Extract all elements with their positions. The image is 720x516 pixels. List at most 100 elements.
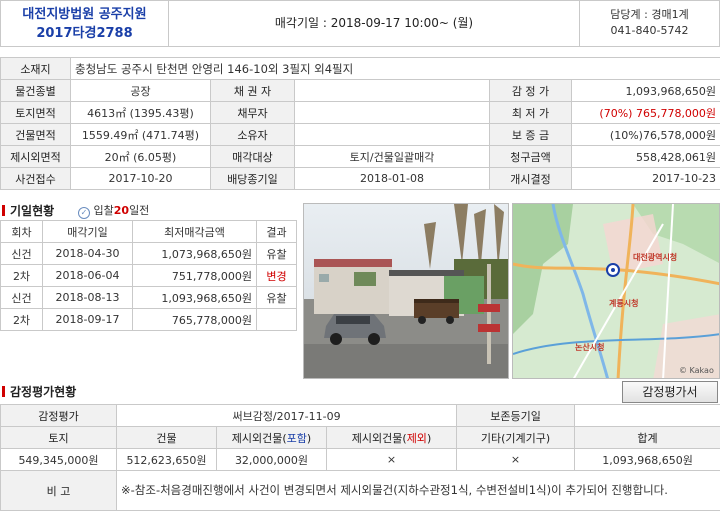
map-illustration <box>513 204 719 378</box>
appraisal-title: 감정평가현황 <box>10 385 77 399</box>
info-row-case-received: 사건접수 2017-10-20 배당종기일 2018-01-08 개시결정 2017-10… <box>0 167 720 190</box>
value-total: 1,093,968,650원 <box>574 448 720 471</box>
history-row: 2차 2018-06-04 751,778,000원 변경 <box>0 264 297 287</box>
header-text: ) <box>306 431 312 445</box>
address-cell: 충청남도 공주시 탄천면 안영리 146-10외 3필지 외4필지 <box>69 57 720 80</box>
check-icon: ✓ <box>78 207 90 219</box>
section-marker <box>2 205 5 216</box>
info-label: 건물면적 <box>0 123 71 146</box>
appraisal-report-button[interactable]: 감정평가서 <box>622 381 718 403</box>
col-header-excluded: 제시외건물(제외) <box>325 426 458 449</box>
value-building: 512,623,650원 <box>116 448 217 471</box>
round-cell: 2차 <box>0 308 43 331</box>
dept: 담당계 : 경매1계 <box>610 8 689 21</box>
note: ※-참조-처음경매진행에서 사건이 변경되면서 제시외물건(지하수관정1식, 수… <box>115 470 720 511</box>
round-cell: 신건 <box>0 286 43 309</box>
section-marker <box>2 386 5 397</box>
info-value: 2018-01-08 <box>294 167 490 190</box>
info-label: 채무자 <box>210 101 295 124</box>
history-title-wrap: 기일현황 <box>2 204 54 218</box>
property-photo[interactable] <box>303 203 509 379</box>
info-value: 토지/건물일괄매각 <box>294 145 490 168</box>
header-text: ) <box>426 431 432 445</box>
price-cell: 751,778,000원 <box>132 264 257 287</box>
info-label: 보 증 금 <box>489 123 572 146</box>
result-cell: 유찰 <box>256 242 297 265</box>
info-label: 토지면적 <box>0 101 71 124</box>
info-label: 사건접수 <box>0 167 71 190</box>
col-header: 토지 <box>0 426 117 449</box>
result-cell: 유찰 <box>256 286 297 309</box>
court-name: 대전지방법원 공주지원 <box>22 7 147 22</box>
map-copyright: © Kakao <box>679 366 714 375</box>
result-cell <box>256 308 297 331</box>
address-extra: 외4필지 <box>314 61 354 76</box>
col-header: 건물 <box>116 426 217 449</box>
info-label: 배당종기일 <box>210 167 295 190</box>
header-text: 제시외건물( <box>231 431 287 445</box>
info-value: 공장 <box>70 79 211 102</box>
info-value <box>294 123 490 146</box>
round-cell: 2차 <box>0 264 43 287</box>
dept-block: 담당계 : 경매1계 041-840-5742 <box>579 1 719 46</box>
price-cell: 1,093,968,650원 <box>132 286 257 309</box>
header-emph: 포함 <box>286 431 307 445</box>
appraisal-org: 써브감정/2017-11-09 <box>115 404 458 427</box>
info-value: 1,093,968,650원 <box>570 79 720 102</box>
map-label: 대전광역시청 <box>633 253 678 262</box>
info-value: 4613㎡ (1395.43평) <box>70 101 211 124</box>
info-label: 물건종별 <box>0 79 71 102</box>
info-value: 558,428,061원 <box>570 145 720 168</box>
value-incl: 32,000,000원 <box>216 448 327 471</box>
history-header: 결과 <box>256 220 297 243</box>
history-header: 회차 <box>0 220 43 243</box>
info-value <box>294 79 490 102</box>
info-table: 소재지 충청남도 공주시 탄천면 안영리 146-10외 3필지 외4필지 물건… <box>0 57 720 190</box>
map-label: 논산시청 <box>575 343 605 352</box>
round-cell: 신건 <box>0 242 43 265</box>
bid-badge: ✓ 입찰20일전 <box>78 204 150 219</box>
appraisal-title-wrap: 감정평가현황 <box>2 385 76 399</box>
value-excl: × <box>325 448 458 471</box>
header-emph: 제외 <box>406 431 427 445</box>
info-row-land-area: 토지면적 4613㎡ (1395.43평) 채무자 최 저 가 (70%) 765,77… <box>0 101 720 124</box>
price-cell: 1,073,968,650원 <box>132 242 257 265</box>
date-cell: 2018-06-04 <box>42 264 133 287</box>
appraisal-table: 감정평가 써브감정/2017-11-09 보존등기일 토지 건물 제시외건물(포… <box>0 404 720 511</box>
info-row-extra-area: 제시외면적 20㎡ (6.05평) 매각대상 토지/건물일괄매각 청구금액 558,428… <box>0 145 720 168</box>
address: 충청남도 공주시 탄천면 안영리 146-10외 3필지 <box>75 61 311 76</box>
col-header-included: 제시외건물(포함) <box>216 426 327 449</box>
registration-label: 보존등기일 <box>456 404 576 427</box>
history-row: 신건 2018-04-30 1,073,968,650원 유찰 <box>0 242 297 265</box>
phone: 041-840-5742 <box>610 24 689 37</box>
info-value: 2017-10-23 <box>570 167 720 190</box>
history-row: 2차 2018-09-17 765,778,000원 <box>0 308 297 331</box>
info-value: (70%) 765,778,000원 <box>570 101 720 124</box>
address-label: 소재지 <box>0 57 71 80</box>
history-header: 매각기일 <box>42 220 133 243</box>
info-label: 제시외면적 <box>0 145 71 168</box>
map-label: 계룡시청 <box>609 299 639 308</box>
date-cell: 2018-08-13 <box>42 286 133 309</box>
location-map[interactable]: 대전광역시청 계룡시청 논산시청 © Kakao <box>512 203 720 379</box>
appraisal-label: 감정평가 <box>0 404 117 427</box>
value-land: 549,345,000원 <box>0 448 117 471</box>
info-value: (10%)76,578,000원 <box>570 123 720 146</box>
col-header: 기타(기계기구) <box>456 426 576 449</box>
info-label: 개시결정 <box>489 167 572 190</box>
info-value: 20㎡ (6.05평) <box>70 145 211 168</box>
date-cell: 2018-04-30 <box>42 242 133 265</box>
info-label: 청구금액 <box>489 145 572 168</box>
badge-num: 20 <box>113 204 130 217</box>
value-machine: × <box>456 448 576 471</box>
info-label: 매각대상 <box>210 145 295 168</box>
badge-suffix: 일전 <box>129 204 150 217</box>
col-header: 합계 <box>574 426 720 449</box>
court-block: 대전지방법원 공주지원 2017타경2788 <box>1 1 169 46</box>
info-label: 소유자 <box>210 123 295 146</box>
header-text: 제시외건물( <box>351 431 407 445</box>
header: 대전지방법원 공주지원 2017타경2788 매각기일 : 2018-09-17… <box>0 0 720 47</box>
info-label: 최 저 가 <box>489 101 572 124</box>
registration-date <box>574 404 720 427</box>
info-value <box>294 101 490 124</box>
